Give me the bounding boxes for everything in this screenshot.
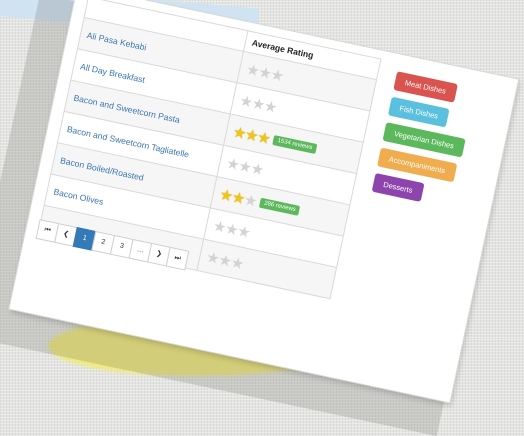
category-buttons: Meat Dishes Fish Dishes Vegetarian Dishes A… — [370, 70, 476, 214]
star-rating[interactable]: ★★★ — [205, 247, 245, 272]
star-rating[interactable]: ★★★ — [245, 60, 285, 85]
star-icon: ★ — [262, 96, 279, 117]
star-rating[interactable]: ★★★ — [238, 91, 278, 116]
star-icon: ★ — [269, 65, 285, 85]
recipe-table: Average Rating Ali Pasa Kebabi ★★★ All Day… — [37, 0, 382, 299]
star-rating[interactable]: ★★★ — [231, 122, 271, 147]
review-count-badge: 286 reviews — [259, 197, 301, 216]
star-icon: ★ — [242, 190, 259, 211]
star-icon: ★ — [235, 222, 252, 242]
star-icon: ★ — [229, 253, 245, 273]
last-page-button[interactable]: ⏭ — [165, 246, 190, 271]
star-rating[interactable]: ★★★ — [218, 185, 258, 210]
star-icon: ★ — [255, 128, 272, 148]
star-rating[interactable]: ★★★ — [211, 216, 251, 241]
star-rating[interactable]: ★★★ — [225, 153, 265, 178]
star-icon: ★ — [249, 159, 265, 179]
review-count-badge: 1534 reviews — [272, 134, 318, 154]
